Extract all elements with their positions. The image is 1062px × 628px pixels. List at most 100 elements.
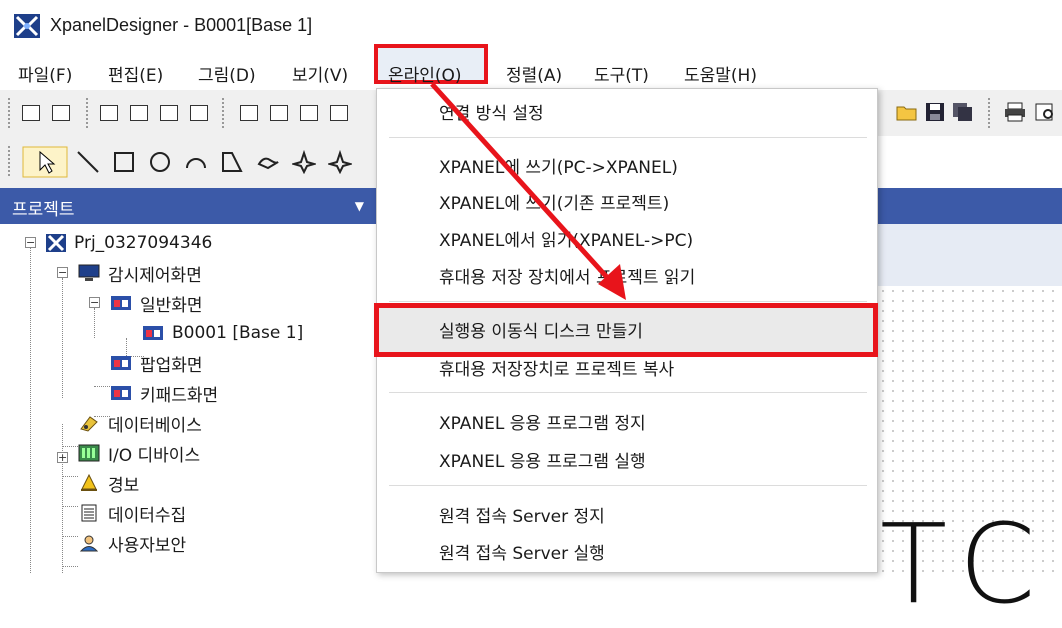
tree-item-label: 팝업화면 (140, 355, 203, 376)
tree-connector (94, 386, 110, 387)
send-back-icon[interactable] (130, 105, 148, 121)
tree-item-label: I/O 디바이스 (108, 445, 201, 466)
print-preview-icon[interactable] (1034, 102, 1056, 122)
tree-item-database[interactable]: 데이터베이스 (78, 410, 202, 436)
menu-item-write-pc-to-xpanel[interactable]: XPANEL에 쓰기(PC->XPANEL) (439, 153, 678, 178)
save-all-icon[interactable] (952, 102, 974, 122)
xpanel-app-icon (14, 14, 40, 38)
tree-item-keypad-screens[interactable]: 키패드화면 (110, 380, 218, 406)
screen-window-icon (111, 356, 131, 370)
menu-item-run-remote-server[interactable]: 원격 접속 Server 실행 (439, 539, 605, 564)
print-icon[interactable] (1004, 102, 1026, 122)
menu-item-stop-xpanel-app[interactable]: XPANEL 응용 프로그램 정지 (439, 409, 646, 434)
screen-window-icon (111, 296, 131, 310)
align-right-icon[interactable] (300, 105, 318, 121)
target-item-highlight-box (374, 303, 878, 357)
tree-item-label: 일반화면 (140, 295, 203, 316)
tree-item-project[interactable]: Prj_0327094346 (46, 230, 212, 256)
menu-online[interactable]: 온라인(O) (388, 59, 462, 88)
project-panel-title: 프로젝트 (12, 200, 75, 220)
menu-item-write-existing-project[interactable]: XPANEL에 쓰기(기존 프로젝트) (439, 189, 669, 214)
tree-connector (62, 278, 63, 398)
menu-edit[interactable]: 편집(E) (108, 59, 163, 88)
monitor-icon (78, 264, 100, 281)
project-x-icon (46, 234, 66, 252)
toolbar-grip (8, 98, 10, 128)
tree-expander-collapse[interactable]: − (89, 297, 100, 308)
tree-connector (62, 424, 63, 573)
menu-help[interactable]: 도움말(H) (684, 59, 757, 88)
star-tool-icon[interactable] (292, 150, 316, 174)
menu-bar: 파일(F) 편집(E) 그림(D) 보기(V) 정렬(A) 도구(T) 도움말(… (0, 52, 1062, 90)
line-tool-icon[interactable] (76, 150, 100, 174)
tree-item-normal-screens[interactable]: 일반화면 (110, 290, 203, 316)
tree-item-label: B0001 [Base 1] (172, 323, 304, 343)
panel-dropdown-icon[interactable]: ▼ (355, 199, 364, 213)
menu-item-copy-project-to-portable[interactable]: 휴대용 저장장치로 프로젝트 복사 (439, 355, 674, 380)
user-security-icon (79, 535, 99, 552)
tree-item-io-device[interactable]: I/O 디바이스 (78, 440, 200, 466)
screen-window-icon (111, 386, 131, 400)
align-top-icon[interactable] (330, 105, 348, 121)
window-title: XpanelDesigner - B0001[Base 1] (50, 15, 313, 35)
tree-connector (62, 536, 78, 537)
toolbar-separator (86, 98, 88, 128)
bring-forward-icon[interactable] (160, 105, 178, 121)
tree-item-label: 사용자보안 (108, 535, 187, 556)
tree-expander-collapse[interactable]: − (57, 267, 68, 278)
save-icon[interactable] (924, 102, 946, 122)
arc-tool-icon[interactable] (184, 150, 208, 174)
menu-draw[interactable]: 그림(D) (198, 59, 256, 88)
menu-view[interactable]: 보기(V) (292, 59, 348, 88)
alarm-bell-icon (81, 474, 97, 491)
menu-item-read-xpanel-to-pc[interactable]: XPANEL에서 읽기(XPANEL->PC) (439, 226, 693, 251)
bring-front-icon[interactable] (100, 105, 118, 121)
tree-connector (62, 446, 78, 447)
rectangle-tool-icon[interactable] (112, 150, 136, 174)
tree-item-label: Prj_0327094346 (74, 233, 213, 253)
send-backward-icon[interactable] (190, 105, 208, 121)
select-pointer-icon[interactable] (22, 146, 68, 178)
menu-item-connection-settings[interactable]: 연결 방식 설정 (439, 99, 544, 124)
ungroup-icon[interactable] (52, 105, 70, 121)
tree-connector (30, 248, 31, 573)
tree-item-label: 경보 (108, 475, 140, 496)
io-device-icon (78, 444, 100, 462)
tree-connector (94, 308, 95, 338)
align-center-icon[interactable] (270, 105, 288, 121)
data-collection-icon (81, 504, 97, 522)
tree-connector (62, 476, 78, 477)
tree-item-b0001[interactable]: B0001 [Base 1] (142, 320, 303, 346)
open-folder-icon[interactable] (896, 102, 918, 122)
tree-item-monitoring-screens[interactable]: 감시제어화면 (78, 260, 202, 286)
screen-window-icon (143, 326, 163, 340)
freehand-tool-icon[interactable] (256, 150, 280, 174)
toolbar-grip (8, 146, 10, 176)
canvas-text-object[interactable]: TC (880, 500, 1054, 628)
title-bar: XpanelDesigner - B0001[Base 1] (0, 0, 1062, 52)
database-icon (80, 416, 98, 432)
tree-item-popup-screens[interactable]: 팝업화면 (110, 350, 203, 376)
menu-align[interactable]: 정렬(A) (506, 59, 562, 88)
canvas-tab-strip (878, 224, 1062, 286)
ellipse-tool-icon[interactable] (148, 150, 172, 174)
tree-item-alarm[interactable]: 경보 (78, 470, 139, 496)
align-left-icon[interactable] (240, 105, 258, 121)
menu-item-stop-remote-server[interactable]: 원격 접속 Server 정지 (439, 502, 605, 527)
menu-separator (389, 392, 867, 393)
tree-item-data-collection[interactable]: 데이터수집 (78, 500, 186, 526)
polygon-tool-icon[interactable] (220, 150, 244, 174)
tree-expander-expand[interactable]: + (57, 452, 68, 463)
menu-item-run-xpanel-app[interactable]: XPANEL 응용 프로그램 실행 (439, 447, 646, 472)
tree-item-user-security[interactable]: 사용자보안 (78, 530, 186, 556)
group-icon[interactable] (22, 105, 40, 121)
menu-file[interactable]: 파일(F) (18, 59, 72, 88)
menu-tools[interactable]: 도구(T) (594, 59, 649, 88)
shape-tool-icon[interactable] (328, 150, 352, 174)
menu-item-read-project-from-portable[interactable]: 휴대용 저장 장치에서 프로젝트 읽기 (439, 263, 695, 288)
canvas-header-bar (878, 188, 1062, 224)
menu-separator (389, 301, 867, 302)
tree-item-label: 키패드화면 (140, 385, 219, 406)
tree-item-label: 데이터베이스 (108, 415, 202, 436)
tree-expander-collapse[interactable]: − (25, 237, 36, 248)
